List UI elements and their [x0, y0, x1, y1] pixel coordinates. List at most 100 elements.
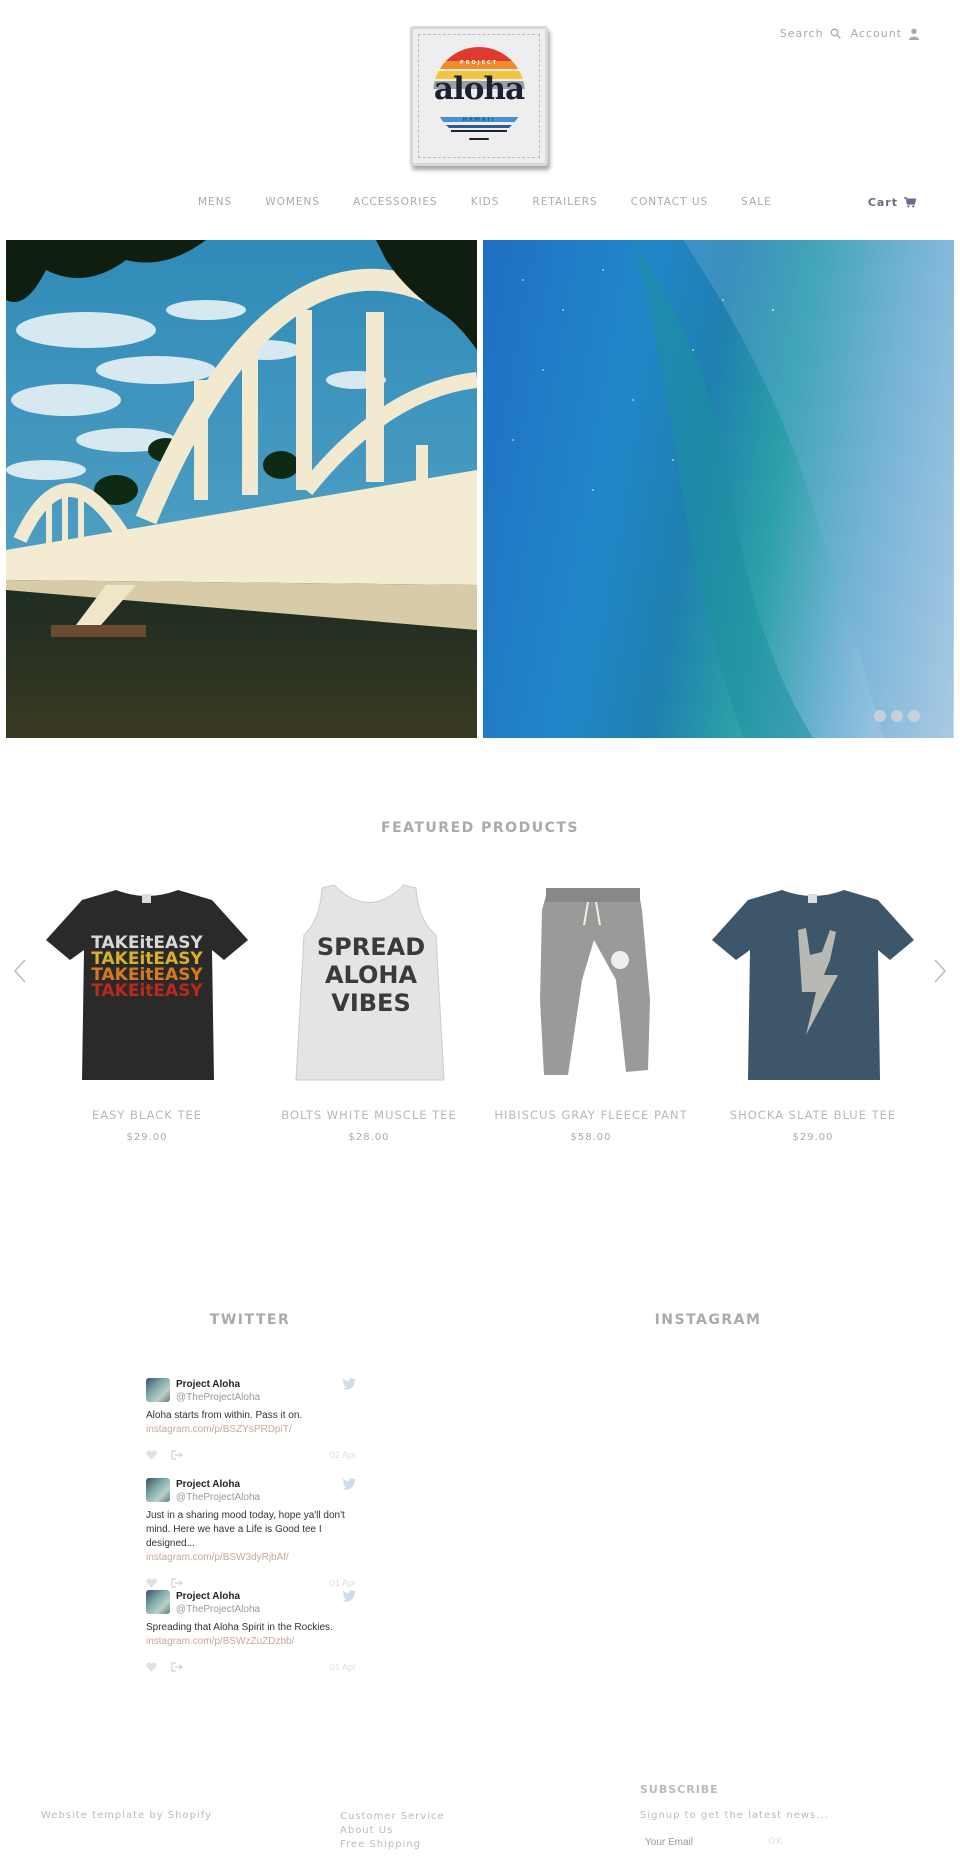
nav-item-kids[interactable]: KIDS [471, 196, 500, 208]
svg-text:ALOHA: ALOHA [325, 961, 418, 989]
svg-text:TAKEitEASY: TAKEitEASY [91, 981, 203, 1001]
twitter-title: TWITTER [209, 1312, 291, 1328]
product-name[interactable]: SHOCKA SLATE BLUE TEE [702, 1104, 924, 1126]
cart-link[interactable]: Cart [868, 196, 916, 209]
nav-item-accessories[interactable]: ACCESSORIES [353, 196, 438, 208]
twitter-bird-icon[interactable] [342, 1590, 356, 1602]
tweet-author-name[interactable]: Project Aloha [176, 1590, 260, 1603]
twitter-feed: Project Aloha @TheProjectAloha Aloha sta… [146, 1378, 356, 1690]
product-image-gray-pant [480, 880, 702, 1090]
cart-label: Cart [867, 196, 898, 209]
tweet-author-handle[interactable]: @TheProjectAloha [176, 1391, 260, 1404]
tweet-date[interactable]: 01 Apr [330, 1578, 356, 1588]
footer-link-about-us[interactable]: About Us [340, 1824, 445, 1838]
tweet-author-handle[interactable]: @TheProjectAloha [176, 1603, 260, 1616]
search-label: Search [779, 27, 824, 40]
share-icon[interactable] [171, 1578, 183, 1588]
avatar[interactable] [146, 1378, 170, 1402]
logo-project-text: PROJECT [459, 60, 499, 66]
product-image-black-tee: TAKEitEASY TAKEitEASY TAKEitEASY TAKEitE… [36, 880, 258, 1090]
account-link[interactable]: Account [851, 27, 920, 40]
tweet-text: Aloha starts from within. Pass it on. [146, 1410, 303, 1421]
hero-image-bridge [6, 240, 477, 738]
product-name[interactable]: BOLTS WHITE MUSCLE TEE [258, 1104, 480, 1126]
slide-dot-1[interactable] [874, 710, 886, 722]
subscribe-ok-button[interactable]: OK [768, 1832, 783, 1852]
hero-slideshow[interactable] [6, 240, 954, 738]
nav-items: MENS WOMENS ACCESSORIES KIDS RETAILERS C… [198, 196, 772, 208]
heart-icon[interactable] [146, 1578, 157, 1588]
tweet-link[interactable]: instagram.com/p/BSWzZuZDzbb/ [146, 1635, 356, 1649]
avatar[interactable] [146, 1590, 170, 1614]
footer-links: Customer Service About Us Free Shipping [340, 1810, 445, 1852]
instagram-title: INSTAGRAM [654, 1312, 762, 1328]
slide-dot-2[interactable] [891, 710, 903, 722]
top-links: Search Account [780, 27, 920, 40]
subscribe-description: Signup to get the latest news... [640, 1810, 829, 1821]
tweet-text: Just in a sharing mood today, hope ya'll… [146, 1510, 345, 1549]
product-price: $58.00 [570, 1132, 612, 1143]
product-image-white-tank: SPREAD ALOHA VIBES [258, 880, 480, 1090]
footer-link-customer-service[interactable]: Customer Service [340, 1810, 445, 1824]
product-price: $29.00 [126, 1132, 168, 1143]
tweet-link[interactable]: instagram.com/p/BSZYsPRDpiT/ [146, 1423, 356, 1437]
account-label: Account [850, 27, 902, 40]
nav-item-womens[interactable]: WOMENS [265, 196, 320, 208]
heart-icon[interactable] [146, 1450, 157, 1460]
tweet-author-name[interactable]: Project Aloha [176, 1378, 260, 1391]
tweet: Project Aloha @TheProjectAloha Aloha sta… [146, 1378, 356, 1478]
carousel-next-button[interactable] [930, 956, 950, 986]
cart-icon [904, 197, 916, 208]
logo-line [451, 130, 507, 132]
tweet-date[interactable]: 02 Apr [330, 1450, 356, 1460]
product-image-slate-blue-tee [702, 880, 924, 1090]
nav-item-mens[interactable]: MENS [198, 196, 232, 208]
heart-icon[interactable] [146, 1662, 157, 1672]
tweet-author-name[interactable]: Project Aloha [176, 1478, 260, 1491]
slideshow-dots [874, 710, 920, 722]
tweet: Project Aloha @TheProjectAloha Just in a… [146, 1478, 356, 1590]
footer-link-free-shipping[interactable]: Free Shipping [340, 1838, 445, 1852]
email-input[interactable] [640, 1832, 760, 1852]
featured-products-title: FEATURED PRODUCTS [381, 820, 579, 836]
nav-item-retailers[interactable]: RETAILERS [532, 196, 597, 208]
search-link[interactable]: Search [780, 27, 841, 40]
twitter-bird-icon[interactable] [342, 1378, 356, 1390]
tweet-date[interactable]: 01 Apr [330, 1662, 356, 1672]
product-name[interactable]: EASY BLACK TEE [36, 1104, 258, 1126]
logo[interactable]: PROJECT aloha HAWAII [410, 26, 548, 166]
hero-image-wave [483, 240, 954, 738]
tweet-author-handle[interactable]: @TheProjectAloha [176, 1491, 260, 1504]
tweet-link[interactable]: instagram.com/p/BSW3dyRjbAf/ [146, 1551, 356, 1565]
tweet-text: Spreading that Aloha Spirit in the Rocki… [146, 1622, 333, 1633]
share-icon[interactable] [171, 1450, 183, 1460]
logo-hawaii-text: HAWAII [462, 117, 496, 123]
user-icon [908, 28, 920, 40]
logo-line [469, 138, 489, 140]
tweet: Project Aloha @TheProjectAloha Spreading… [146, 1590, 356, 1690]
product-price: $28.00 [348, 1132, 390, 1143]
chevron-left-icon [13, 959, 26, 983]
svg-text:VIBES: VIBES [331, 989, 410, 1017]
nav-item-sale[interactable]: SALE [741, 196, 772, 208]
product-card[interactable]: HIBISCUS GRAY FLEECE PANT $58.00 [480, 880, 702, 1143]
share-icon[interactable] [171, 1662, 183, 1672]
product-card[interactable]: SPREAD ALOHA VIBES BOLTS WHITE MUSCLE TE… [258, 880, 480, 1143]
slide-dot-3[interactable] [908, 710, 920, 722]
product-card[interactable]: TAKEitEASY TAKEitEASY TAKEitEASY TAKEitE… [36, 880, 258, 1143]
carousel-prev-button[interactable] [10, 956, 30, 986]
nav-item-contact-us[interactable]: CONTACT US [631, 196, 708, 208]
avatar[interactable] [146, 1478, 170, 1502]
product-name[interactable]: HIBISCUS GRAY FLEECE PANT [480, 1104, 702, 1126]
product-carousel: TAKEitEASY TAKEitEASY TAKEitEASY TAKEitE… [36, 880, 924, 1143]
product-price: $29.00 [792, 1132, 834, 1143]
logo-wordmark: aloha [433, 71, 525, 107]
main-nav: MENS WOMENS ACCESSORIES KIDS RETAILERS C… [0, 196, 960, 212]
product-card[interactable]: SHOCKA SLATE BLUE TEE $29.00 [702, 880, 924, 1143]
svg-text:SPREAD: SPREAD [317, 933, 425, 961]
subscribe-title: SUBSCRIBE [640, 1783, 719, 1796]
search-icon [830, 28, 841, 39]
chevron-right-icon [934, 959, 947, 983]
twitter-bird-icon[interactable] [342, 1478, 356, 1490]
footer-credit[interactable]: Website template by Shopify [41, 1810, 212, 1821]
